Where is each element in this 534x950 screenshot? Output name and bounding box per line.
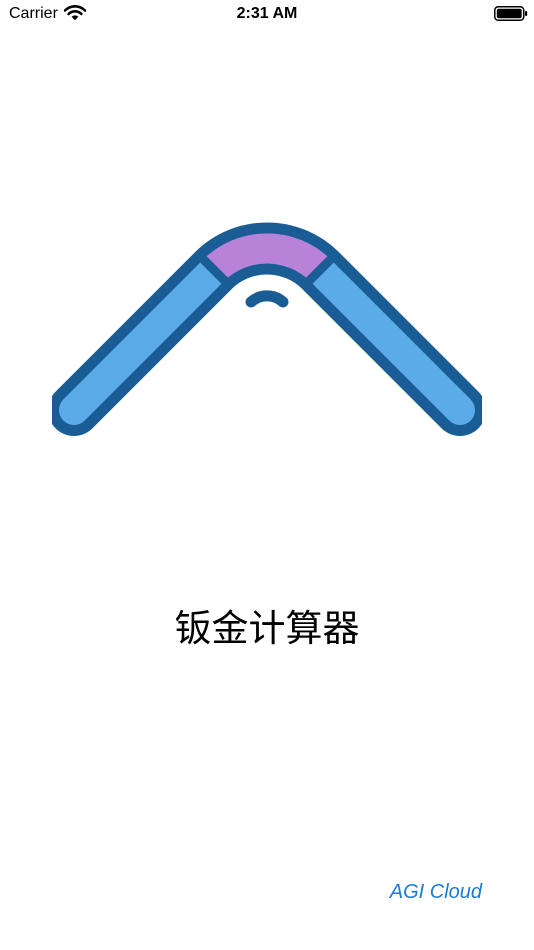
status-time: 2:31 AM [236,5,298,22]
battery-full-icon [494,6,528,21]
brand-label: AGI Cloud [389,881,482,903]
app-title: 钣金计算器 [174,607,360,650]
bent-sheet-metal-logo-icon [48,218,486,438]
status-bar: Carrier 2:31 AM [0,0,534,28]
